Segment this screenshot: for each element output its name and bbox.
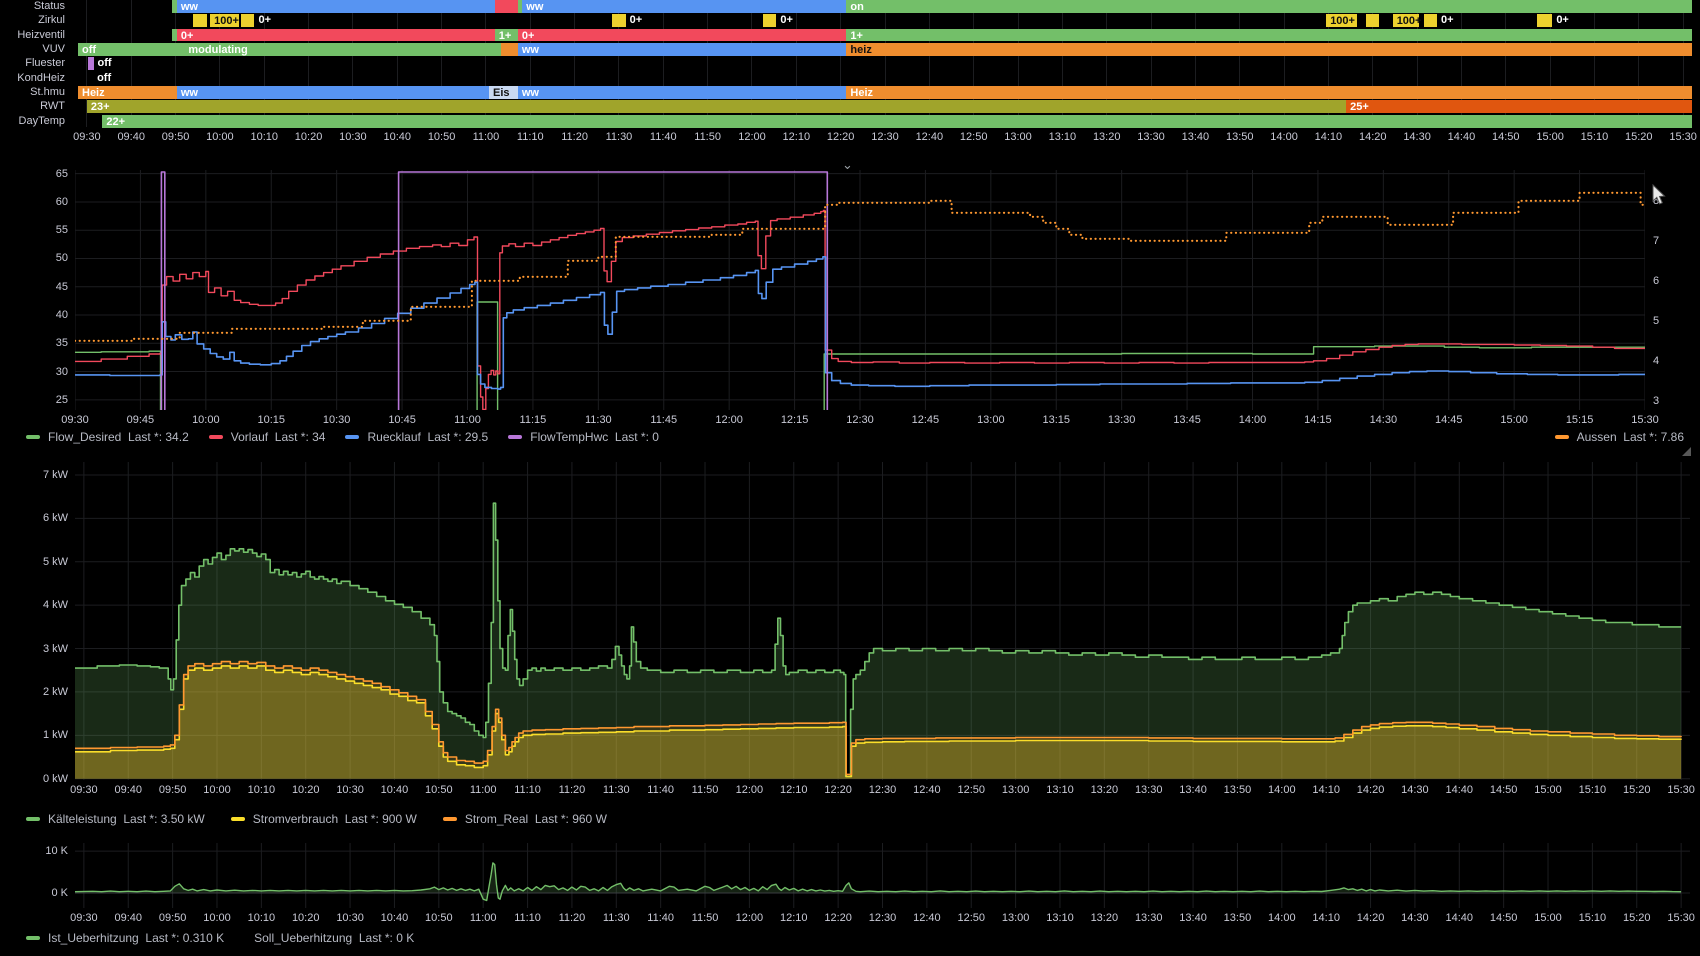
legend-item-Ist_Ueberhitzung[interactable]: Ist_Ueberhitzung Last *: 0.310 K bbox=[26, 931, 224, 945]
x-tick-label: 10:50 bbox=[417, 912, 461, 924]
x-tick-label: 15:10 bbox=[1570, 912, 1614, 924]
superheat-legend: Ist_Ueberhitzung Last *: 0.310 K Soll_Ueb… bbox=[26, 931, 414, 945]
x-tick-label: 10:00 bbox=[195, 912, 239, 924]
x-tick-label: 15:30 bbox=[1659, 912, 1700, 924]
x-tick-label: 11:50 bbox=[683, 912, 727, 924]
x-tick-label: 10:20 bbox=[284, 912, 328, 924]
x-tick-label: 12:30 bbox=[861, 912, 905, 924]
x-tick-label: 11:20 bbox=[550, 912, 594, 924]
x-tick-label: 11:30 bbox=[594, 912, 638, 924]
x-tick-label: 12:10 bbox=[772, 912, 816, 924]
x-tick-label: 11:00 bbox=[461, 912, 505, 924]
x-tick-label: 13:40 bbox=[1171, 912, 1215, 924]
x-tick-label: 13:30 bbox=[1127, 912, 1171, 924]
y-tick-label: 10 K bbox=[12, 845, 68, 857]
x-tick-label: 09:40 bbox=[106, 912, 150, 924]
x-tick-label: 12:40 bbox=[905, 912, 949, 924]
x-tick-label: 12:50 bbox=[949, 912, 993, 924]
x-tick-label: 13:00 bbox=[994, 912, 1038, 924]
superheat-plot bbox=[75, 843, 1690, 908]
x-tick-label: 15:00 bbox=[1526, 912, 1570, 924]
x-tick-label: 14:00 bbox=[1260, 912, 1304, 924]
superheat-panel: 10 K0 K 09:3009:4009:5010:0010:1010:2010… bbox=[0, 0, 1700, 956]
dashboard: { "icons": { "chevron_down": "⌄" }, "col… bbox=[0, 0, 1700, 956]
x-tick-label: 14:10 bbox=[1304, 912, 1348, 924]
series-Ist_Ueberhitzung bbox=[75, 863, 1681, 901]
x-tick-label: 10:30 bbox=[328, 912, 372, 924]
x-tick-label: 10:10 bbox=[239, 912, 283, 924]
x-tick-label: 12:20 bbox=[816, 912, 860, 924]
series-fill-Ist_Ueberhitzung bbox=[75, 863, 1681, 901]
x-tick-label: 11:40 bbox=[639, 912, 683, 924]
x-tick-label: 12:00 bbox=[727, 912, 771, 924]
x-tick-label: 13:10 bbox=[1038, 912, 1082, 924]
y-tick-label: 0 K bbox=[12, 887, 68, 899]
x-tick-label: 14:50 bbox=[1482, 912, 1526, 924]
legend-item-Soll_Ueberhitzung[interactable]: Soll_Ueberhitzung Last *: 0 K bbox=[254, 931, 414, 945]
x-tick-label: 13:50 bbox=[1215, 912, 1259, 924]
x-tick-label: 09:50 bbox=[151, 912, 195, 924]
legend-label: Ist_Ueberhitzung Last *: 0.310 K bbox=[48, 931, 224, 945]
legend-swatch-icon bbox=[26, 936, 40, 940]
x-tick-label: 10:40 bbox=[372, 912, 416, 924]
legend-label: Soll_Ueberhitzung Last *: 0 K bbox=[254, 931, 414, 945]
x-tick-label: 14:20 bbox=[1349, 912, 1393, 924]
superheat-plot-area[interactable] bbox=[75, 843, 1690, 908]
x-tick-label: 14:30 bbox=[1393, 912, 1437, 924]
x-tick-label: 15:20 bbox=[1615, 912, 1659, 924]
mouse-cursor-icon bbox=[1652, 184, 1667, 206]
x-tick-label: 14:40 bbox=[1437, 912, 1481, 924]
x-tick-label: 11:10 bbox=[506, 912, 550, 924]
x-tick-label: 09:30 bbox=[62, 912, 106, 924]
x-tick-label: 13:20 bbox=[1082, 912, 1126, 924]
